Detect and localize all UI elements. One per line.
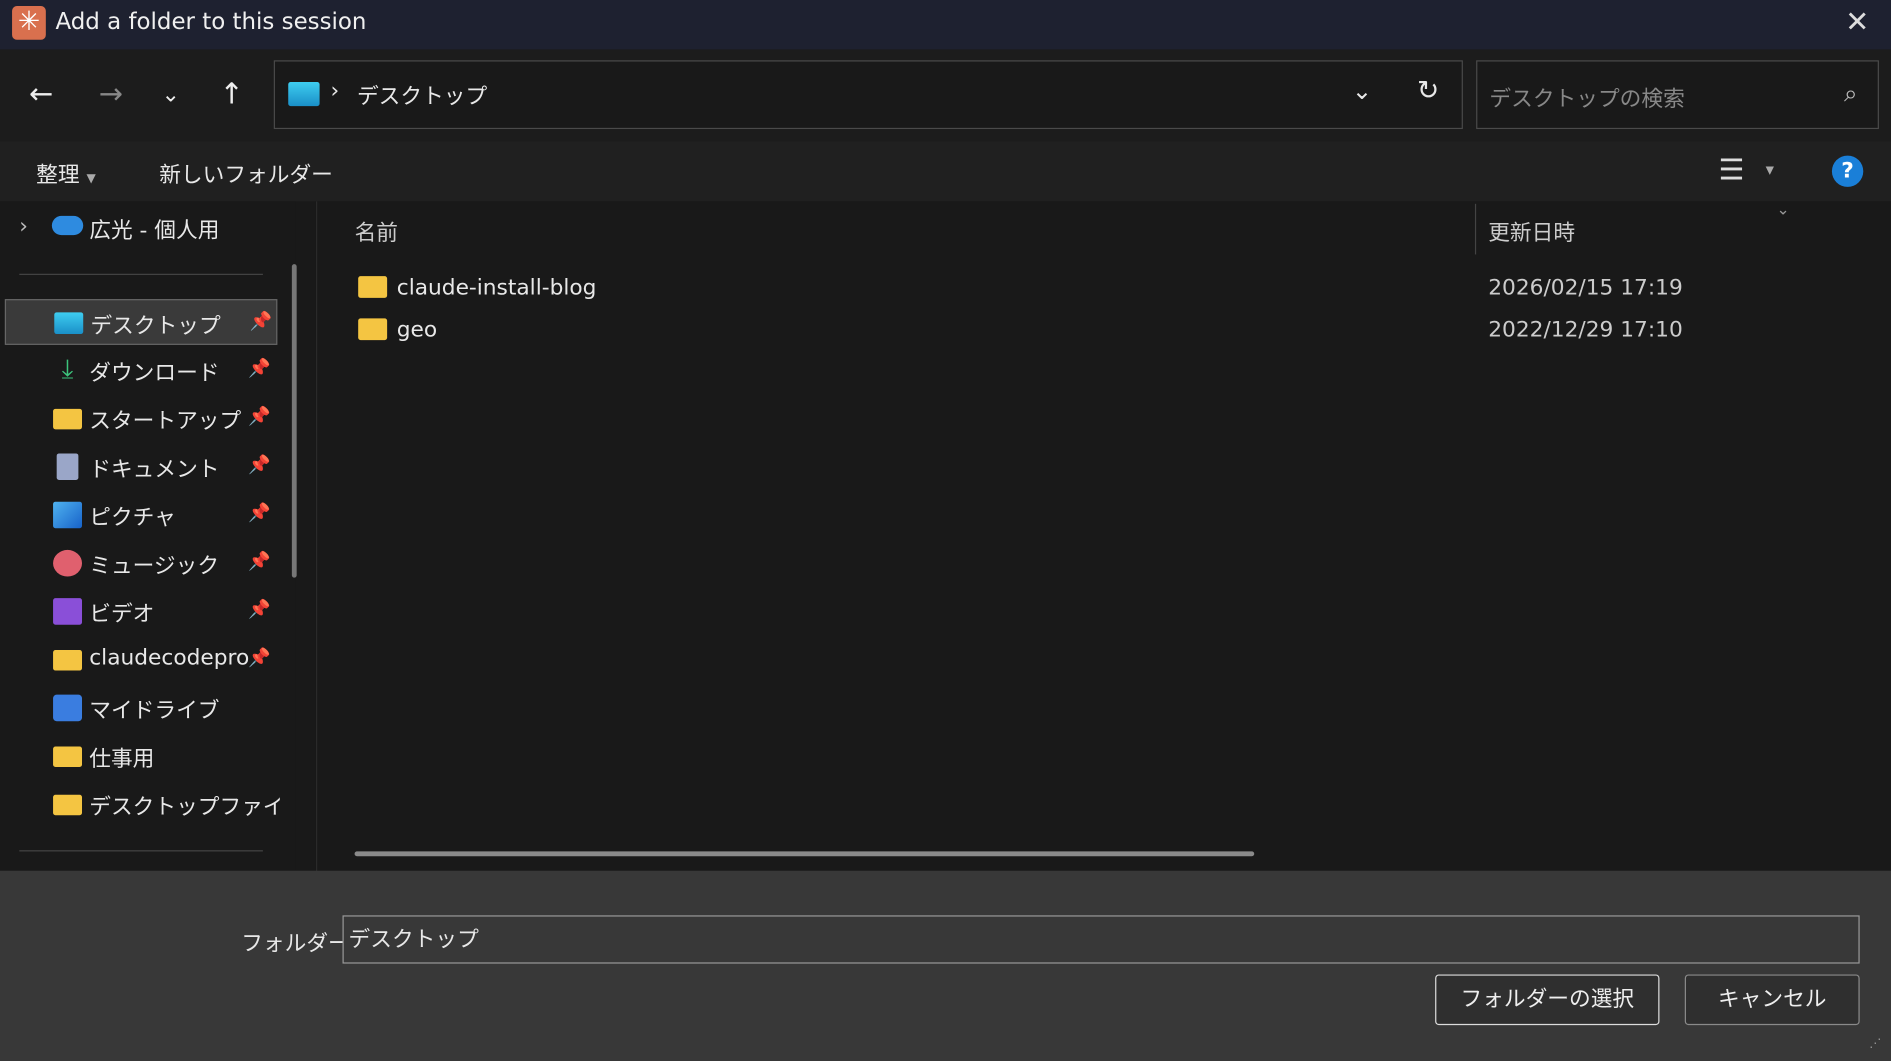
- back-icon[interactable]: ←: [29, 77, 53, 111]
- breadcrumb-desktop[interactable]: デスクトップ: [357, 80, 487, 111]
- select-folder-button[interactable]: フォルダーの選択: [1435, 974, 1660, 1026]
- desktop-icon: [54, 312, 84, 335]
- sidebar-item[interactable]: マイドライブ: [5, 685, 278, 731]
- pin-icon[interactable]: 📌: [250, 310, 273, 332]
- pin-icon[interactable]: 📌: [248, 405, 271, 427]
- onedrive-icon: [51, 215, 84, 236]
- sidebar: › 広光 - 個人用 デスクトップ 📌 ⤓ ダウンロード 📌 スタートアップ 📌…: [0, 201, 297, 872]
- sidebar-item[interactable]: 仕事用: [5, 733, 278, 779]
- divider: [19, 273, 263, 275]
- sidebar-item[interactable]: ピクチャ 📌: [5, 492, 278, 538]
- table-row[interactable]: geo 2022/12/29 17:10: [341, 311, 1873, 350]
- search-icon[interactable]: ⌕: [1844, 78, 1858, 107]
- download-icon: ⤓: [61, 354, 74, 385]
- column-header-modified[interactable]: 更新日時: [1488, 216, 1575, 247]
- sidebar-item-label: デスクトップファイル2(: [89, 794, 280, 821]
- video-icon: [53, 598, 83, 625]
- search-input[interactable]: デスクトップの検索: [1489, 82, 1684, 113]
- file-modified: 2026/02/15 17:19: [1488, 274, 1683, 301]
- pin-icon[interactable]: 📌: [248, 357, 271, 379]
- pin-icon[interactable]: 📌: [248, 502, 271, 524]
- folder-input-value: デスクトップ: [348, 927, 479, 953]
- sidebar-item[interactable]: デスクトップ 📌: [4, 299, 278, 345]
- file-name: geo: [396, 317, 438, 343]
- desktop-icon: [288, 82, 320, 107]
- folder-icon: [358, 276, 388, 298]
- folder-input[interactable]: デスクトップ: [342, 915, 1860, 964]
- dialog-footer: [0, 870, 1891, 1061]
- sidebar-item[interactable]: ⤓ ダウンロード 📌: [5, 347, 278, 393]
- file-list: 名前 更新日時 ⌄ claude-install-blog 2026/02/15…: [315, 201, 1891, 872]
- cancel-button[interactable]: キャンセル: [1684, 974, 1860, 1026]
- view-list-icon[interactable]: ☰: [1719, 154, 1750, 185]
- sidebar-item[interactable]: ドキュメント 📌: [5, 444, 278, 490]
- table-row[interactable]: claude-install-blog 2026/02/15 17:19: [341, 269, 1873, 308]
- column-header-name[interactable]: 名前: [355, 216, 398, 247]
- horizontal-scrollbar[interactable]: [354, 851, 1255, 857]
- folder-label: フォルダー:: [241, 931, 358, 957]
- sidebar-item[interactable]: ミュージック 📌: [5, 540, 278, 586]
- cloud-folder-icon: [53, 746, 83, 768]
- window-title: Add a folder to this session: [55, 8, 367, 35]
- forward-icon[interactable]: →: [99, 77, 123, 111]
- expand-chevron-icon[interactable]: ›: [19, 213, 28, 238]
- breadcrumb-separator-icon: ›: [330, 78, 340, 104]
- folder-icon: [358, 318, 388, 341]
- pin-icon[interactable]: 📌: [248, 646, 271, 668]
- search-box[interactable]: デスクトップの検索 ⌕: [1476, 60, 1879, 130]
- organize-label: 整理: [36, 162, 80, 189]
- organize-button[interactable]: 整理 ▼: [36, 158, 96, 189]
- folder-icon: [53, 408, 83, 430]
- sidebar-item[interactable]: スタートアップ 📌: [5, 396, 278, 442]
- sidebar-item[interactable]: デスクトップファイル2(: [5, 781, 280, 827]
- sidebar-item-label: 仕事用: [89, 746, 155, 772]
- pin-icon[interactable]: 📌: [248, 453, 271, 475]
- picture-icon: [53, 501, 83, 529]
- sort-chevron-icon: ⌄: [1776, 201, 1790, 220]
- sidebar-item-onedrive[interactable]: 広光 - 個人用: [89, 213, 219, 244]
- view-caret-icon[interactable]: ▼: [1766, 165, 1774, 177]
- help-icon[interactable]: ?: [1831, 155, 1864, 187]
- folder-icon: [53, 650, 83, 671]
- file-name: claude-install-blog: [396, 274, 597, 301]
- sidebar-item[interactable]: claudecodepro 📌: [5, 637, 278, 683]
- pin-icon[interactable]: 📌: [248, 550, 271, 572]
- sidebar-scrollbar[interactable]: [291, 264, 297, 578]
- refresh-icon[interactable]: ↻: [1417, 76, 1439, 106]
- caret-down-icon: ▼: [86, 172, 96, 186]
- sidebar-item-label: マイドライブ: [89, 698, 220, 724]
- music-icon: [53, 549, 83, 577]
- address-dropdown-icon[interactable]: ⌄: [1352, 76, 1372, 105]
- file-modified: 2022/12/29 17:10: [1488, 317, 1683, 343]
- recent-chevron-down-icon[interactable]: ⌄: [162, 82, 180, 107]
- up-icon[interactable]: ↑: [219, 77, 243, 111]
- divider: [19, 850, 263, 852]
- resize-grip-icon[interactable]: ⋰: [1869, 1037, 1881, 1050]
- pin-icon[interactable]: 📌: [248, 598, 271, 620]
- drive-icon: [53, 694, 83, 722]
- new-folder-button[interactable]: 新しいフォルダー: [159, 158, 333, 189]
- document-icon: [56, 453, 79, 480]
- app-icon: ✳: [12, 6, 46, 40]
- folder-icon: [53, 794, 83, 816]
- close-icon[interactable]: ✕: [1845, 5, 1869, 39]
- address-bar[interactable]: › デスクトップ ⌄ ↻: [273, 60, 1463, 130]
- sidebar-item[interactable]: ビデオ 📌: [5, 589, 278, 635]
- column-divider[interactable]: [1474, 203, 1477, 255]
